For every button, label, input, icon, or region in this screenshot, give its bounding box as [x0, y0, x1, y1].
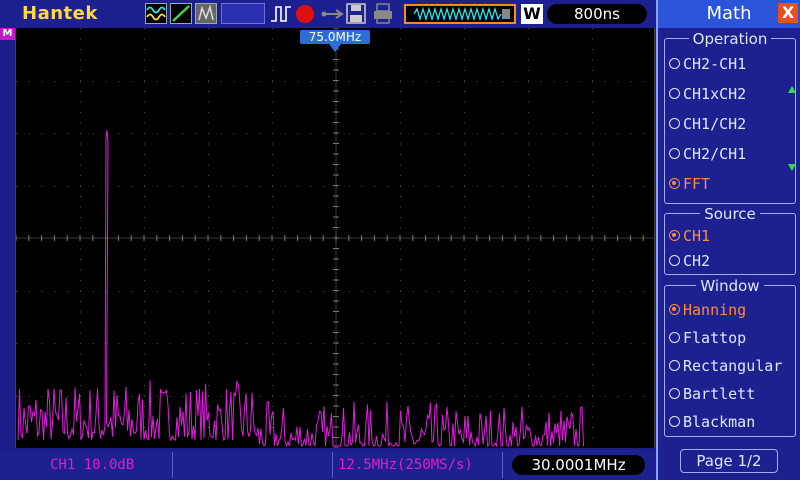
radio-icon: [669, 332, 680, 343]
timebase-readout: 800ns: [547, 4, 647, 24]
radio-icon: [669, 416, 680, 427]
fft-trace: [17, 129, 584, 448]
window-group-title: Window: [696, 277, 764, 295]
divider: [172, 452, 173, 478]
radio-icon: [669, 388, 680, 399]
window-group: Window Hanning Flattop Rectangular Bartl…: [664, 277, 796, 437]
bottom-status-bar: CH1 10.0dB 12.5MHz(250MS/s) 30.0001MHz: [0, 450, 656, 480]
sample-rate-readout: 12.5MHz(250MS/s): [338, 457, 473, 473]
ch1-scale-readout: CH1 10.0dB: [50, 457, 135, 473]
trigger-frequency-readout: 30.0001MHz: [512, 455, 645, 475]
radio-icon: [669, 58, 680, 69]
math-menu: Math X Operation CH2-CH1 CH1xCH2 CH1/CH2…: [656, 0, 800, 480]
trigger-edge-icon[interactable]: [270, 3, 292, 24]
math-channel-marker[interactable]: M: [0, 28, 15, 40]
source-group-title: Source: [700, 205, 760, 223]
print-icon[interactable]: [372, 3, 394, 24]
window-option-rectangular[interactable]: Rectangular: [669, 355, 782, 377]
source-group: Source CH1 CH2: [664, 205, 796, 275]
window-option-blackman[interactable]: Blackman: [669, 411, 755, 433]
close-button[interactable]: X: [778, 3, 798, 23]
radio-icon: [669, 360, 680, 371]
window-zoom-icon[interactable]: W: [521, 4, 543, 24]
usb-icon: [320, 3, 344, 24]
divider: [502, 452, 503, 478]
save-icon[interactable]: [346, 3, 366, 24]
radio-icon: [669, 255, 680, 266]
operation-group-title: Operation: [688, 30, 772, 48]
scope-display: [15, 28, 655, 448]
ramp-icon[interactable]: [170, 3, 192, 24]
status-box: [221, 3, 265, 24]
page-button[interactable]: Page 1/2: [680, 449, 778, 473]
persist-icon[interactable]: [195, 3, 217, 24]
source-option-ch1[interactable]: CH1: [669, 225, 710, 247]
radio-icon: [669, 118, 680, 129]
frequency-cursor-label[interactable]: 75.0MHz: [300, 30, 370, 44]
operation-option-ch2-div-ch1[interactable]: CH2/CH1: [669, 143, 746, 165]
scroll-down-icon[interactable]: [788, 164, 796, 171]
top-status-bar: Hantek W 800ns: [0, 0, 656, 28]
source-option-ch2[interactable]: CH2: [669, 250, 710, 272]
operation-option-fft[interactable]: FFT: [669, 173, 710, 195]
radio-icon: [669, 178, 680, 189]
window-option-hanning[interactable]: Hanning: [669, 299, 746, 321]
operation-option-ch1xch2[interactable]: CH1xCH2: [669, 83, 746, 105]
frequency-cursor-marker-icon[interactable]: [329, 44, 341, 52]
brand-logo: Hantek: [22, 3, 98, 24]
radio-icon: [669, 304, 680, 315]
wave-icon[interactable]: [145, 3, 167, 24]
radio-icon: [669, 148, 680, 159]
operation-option-ch1-div-ch2[interactable]: CH1/CH2: [669, 113, 746, 135]
scroll-up-icon[interactable]: [788, 86, 796, 93]
radio-icon: [669, 230, 680, 241]
window-option-flattop[interactable]: Flattop: [669, 327, 746, 349]
window-option-bartlett[interactable]: Bartlett: [669, 383, 755, 405]
memory-position-bar[interactable]: [404, 4, 516, 24]
record-icon[interactable]: [296, 5, 314, 23]
radio-icon: [669, 88, 680, 99]
operation-group: Operation CH2-CH1 CH1xCH2 CH1/CH2 CH2/CH…: [664, 30, 796, 204]
operation-option-ch2-ch1[interactable]: CH2-CH1: [669, 53, 746, 75]
divider: [332, 452, 333, 478]
